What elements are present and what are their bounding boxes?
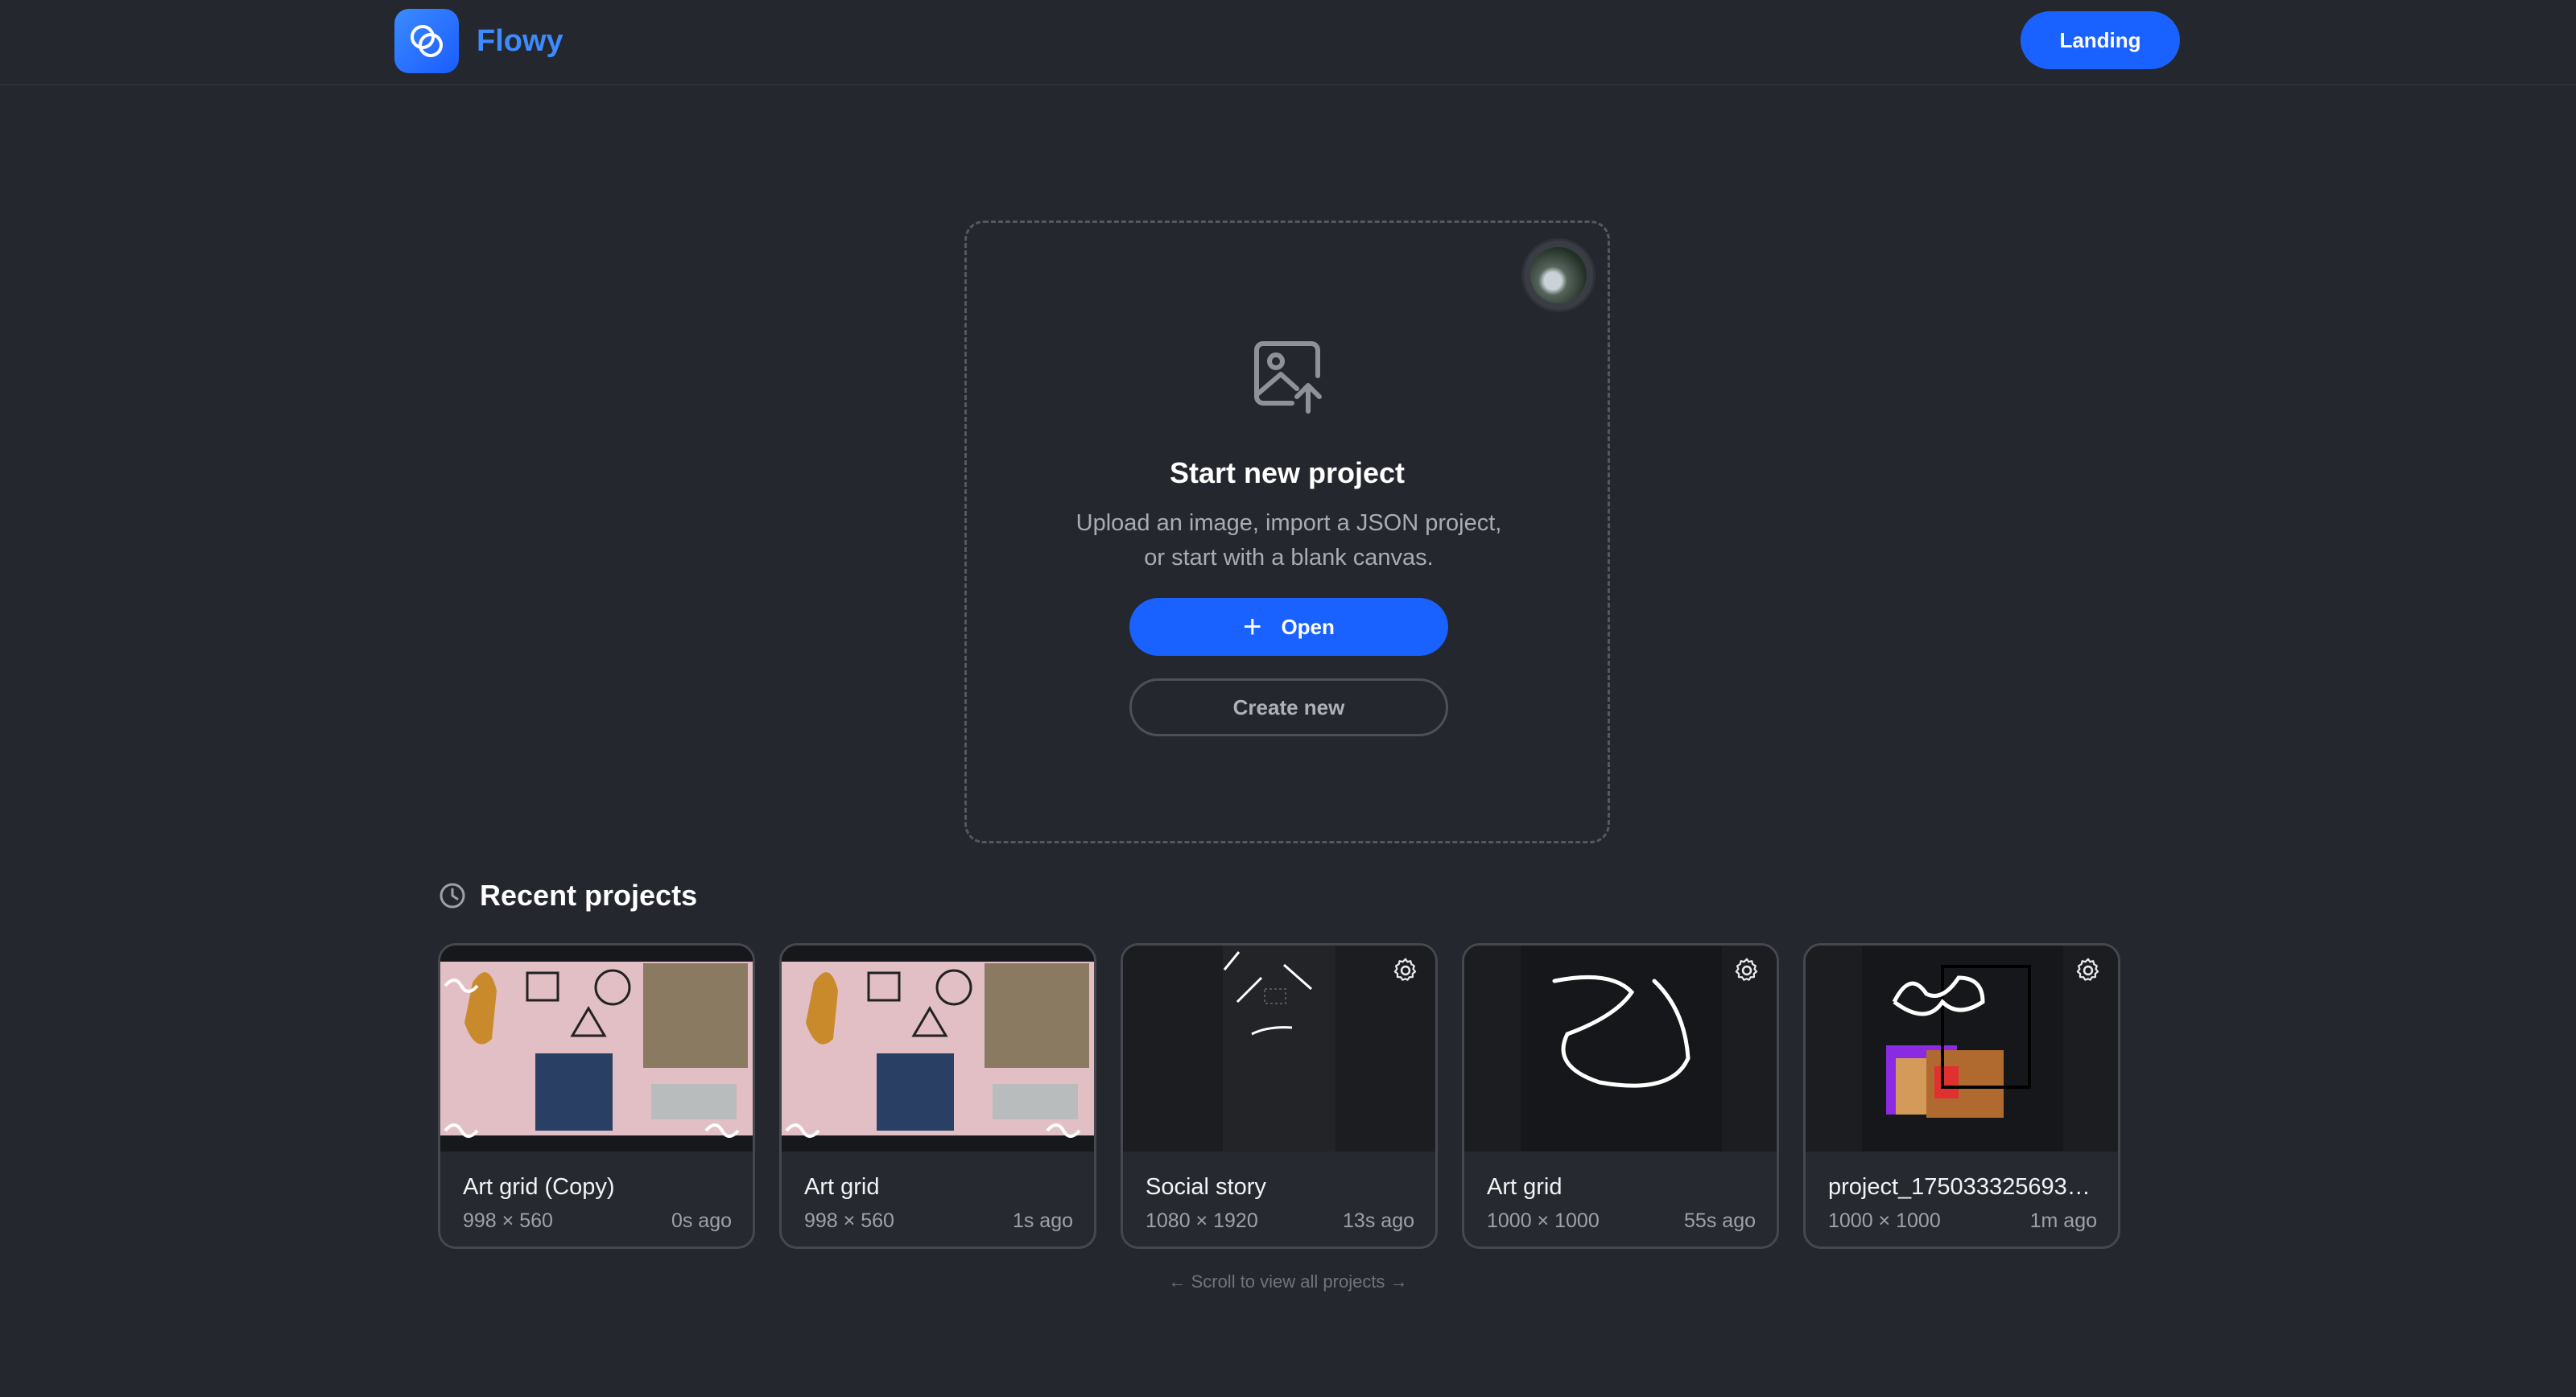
settings-icon[interactable] <box>2074 957 2102 984</box>
upload-title: Start new project <box>1169 456 1406 489</box>
image-upload-icon <box>1254 341 1322 414</box>
project-card[interactable]: Art grid (Copy) 998 × 560 0s ago <box>438 943 755 1249</box>
project-time: 0s ago <box>671 1209 732 1232</box>
brand[interactable]: Flowy <box>394 8 564 74</box>
project-thumbnail <box>782 946 1094 1152</box>
scroll-hint: ← Scroll to view all projects → <box>1168 1271 1408 1292</box>
create-new-button[interactable]: Create new <box>1129 678 1448 736</box>
recent-projects-title: Recent projects <box>480 879 698 912</box>
project-dimensions: 998 × 560 <box>804 1209 894 1232</box>
top-bar: Flowy Landing <box>0 0 2576 85</box>
open-button[interactable]: + Open <box>1129 598 1448 656</box>
avatar-image <box>1530 247 1587 303</box>
linked-circles-icon <box>394 9 459 73</box>
upload-description-line2: or start with a blank canvas. <box>1144 545 1434 571</box>
landing-button[interactable]: Landing <box>2021 11 2180 69</box>
upload-description-line1: Upload an image, import a JSON project, <box>1075 510 1502 536</box>
project-time: 1s ago <box>1012 1209 1073 1232</box>
project-thumbnail <box>1806 946 2118 1152</box>
project-name: project_175033325693… <box>1828 1174 2091 1200</box>
project-thumbnail <box>1123 946 1435 1152</box>
project-dimensions: 1000 × 1000 <box>1828 1209 1941 1232</box>
project-dimensions: 998 × 560 <box>463 1209 553 1232</box>
project-name: Social story <box>1146 1174 1266 1200</box>
project-thumbnail <box>440 946 753 1152</box>
clock-icon <box>440 883 465 909</box>
project-name: Art grid <box>1487 1174 1563 1200</box>
project-card[interactable]: Art grid 998 × 560 1s ago <box>779 943 1096 1249</box>
project-name: Art grid <box>804 1174 880 1200</box>
project-name: Art grid (Copy) <box>463 1174 615 1200</box>
plus-icon: + <box>1243 609 1262 645</box>
user-avatar[interactable] <box>1524 241 1593 310</box>
project-time: 13s ago <box>1343 1209 1414 1232</box>
project-time: 1m ago <box>2029 1209 2097 1232</box>
upload-description: Upload an image, import a JSON project, … <box>1031 506 1546 575</box>
project-card[interactable]: project_175033325693… 1000 × 1000 1m ago <box>1803 943 2120 1249</box>
project-dimensions: 1000 × 1000 <box>1487 1209 1600 1232</box>
project-time: 55s ago <box>1684 1209 1756 1232</box>
settings-icon[interactable] <box>1733 957 1761 984</box>
project-card[interactable]: Social story 1080 × 1920 13s ago <box>1121 943 1438 1249</box>
app-name: Flowy <box>477 23 564 58</box>
project-dimensions: 1080 × 1920 <box>1146 1209 1258 1232</box>
new-project-dropzone[interactable]: Start new project Upload an image, impor… <box>964 220 1610 843</box>
project-card[interactable]: Art grid 1000 × 1000 55s ago <box>1462 943 1779 1249</box>
project-thumbnail <box>1464 946 1777 1152</box>
open-button-label: Open <box>1281 614 1335 639</box>
settings-icon[interactable] <box>1392 957 1419 984</box>
recent-projects-heading: Recent projects <box>438 879 697 913</box>
